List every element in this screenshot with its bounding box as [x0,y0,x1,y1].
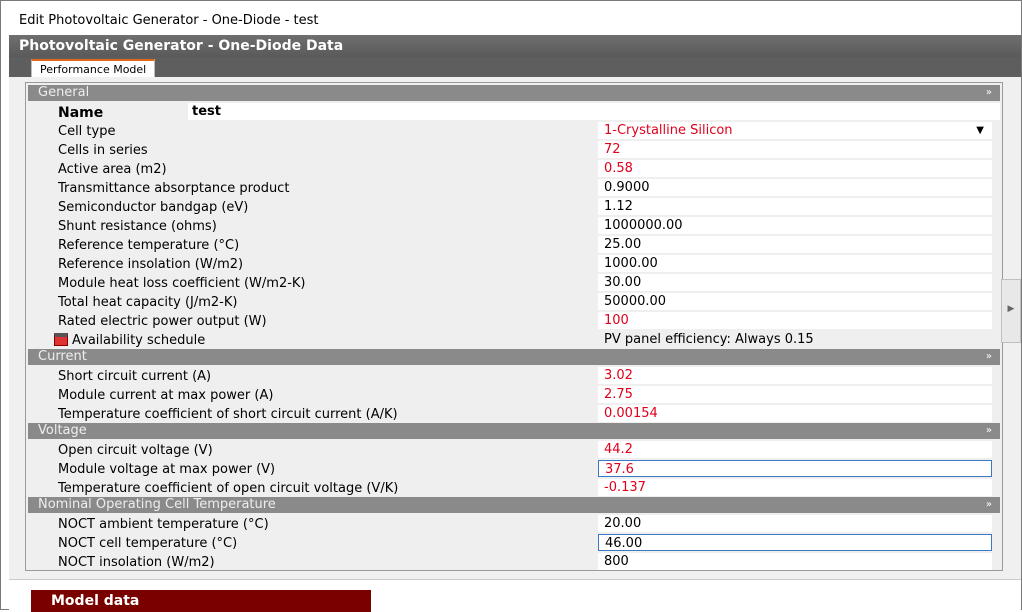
property-value-field[interactable]: 30.00 [598,274,992,291]
property-value-field[interactable]: 20.00 [598,515,992,532]
property-label: Rated electric power output (W) [58,314,267,329]
property-row: Module heat loss coefficient (W/m2-K) 30.… [28,273,1000,292]
section-noct-header[interactable]: Nominal Operating Cell Temperature » [28,497,1000,513]
property-row: Active area (m2) 0.58 [28,159,1000,178]
property-row: Open circuit voltage (V) 44.2 [28,440,1000,459]
property-label: Temperature coefficient of short circuit… [58,407,398,422]
property-row: Module current at max power (A) 2.75 [28,385,1000,404]
expand-arrow-icon: ▶ [1007,304,1015,314]
collapse-chevron-icon[interactable]: » [986,497,992,513]
property-label: Module heat loss coefficient (W/m2-K) [58,276,306,291]
property-row: Semiconductor bandgap (eV) 1.12 [28,197,1000,216]
property-row: Total heat capacity (J/m2-K) 50000.00 [28,292,1000,311]
section-voltage-header[interactable]: Voltage » [28,423,1000,439]
property-value-field[interactable]: 800 [598,553,992,570]
property-row: NOCT cell temperature (°C) 46.00 [28,533,1000,552]
cell-type-value: 1-Crystalline Silicon [604,123,733,138]
property-row: Temperature coefficient of open circuit … [28,478,1000,497]
property-label: Active area (m2) [58,162,167,177]
property-label: Module current at max power (A) [58,388,274,403]
property-row: Transmittance absorptance product 0.9000 [28,178,1000,197]
properties-panel: General » Name test Cell type 1-Crystall… [25,82,1003,571]
property-value-field[interactable]: 0.9000 [598,179,992,196]
availability-label: Availability schedule [72,333,206,348]
availability-value[interactable]: PV panel efficiency: Always 0.15 [598,331,992,348]
section-title: Nominal Operating Cell Temperature [38,497,276,512]
section-current-header[interactable]: Current » [28,349,1000,365]
property-value-field[interactable]: 100 [598,312,992,329]
property-row: Shunt resistance (ohms) 1000000.00 [28,216,1000,235]
row-cell-type: Cell type 1-Crystalline Silicon ▼ [28,121,1000,140]
property-row: Short circuit current (A) 3.02 [28,366,1000,385]
content-area: General » Name test Cell type 1-Crystall… [9,77,1021,579]
name-input[interactable]: test [188,103,1000,120]
property-value-field[interactable]: 1.12 [598,198,992,215]
property-value-field[interactable]: 2.75 [598,386,992,403]
bottom-bar: Model data [9,579,1021,612]
tab-performance-model[interactable]: Performance Model [31,59,156,77]
property-value-field[interactable]: -0.137 [598,479,992,496]
property-label: Cells in series [58,143,148,158]
cell-type-label: Cell type [58,124,116,139]
tab-strip: Performance Model [9,57,1021,77]
section-general-header[interactable]: General » [28,85,1000,101]
property-value-field[interactable]: 46.00 [598,534,992,551]
collapse-chevron-icon[interactable]: » [986,423,992,439]
property-row: Rated electric power output (W) 100 [28,311,1000,330]
property-label: Shunt resistance (ohms) [58,219,217,234]
property-label: Reference temperature (°C) [58,238,240,253]
property-row: NOCT ambient temperature (°C) 20.00 [28,514,1000,533]
row-availability: Availability schedule PV panel efficienc… [28,330,1000,349]
property-label: NOCT ambient temperature (°C) [58,517,269,532]
section-title: Voltage [38,423,87,438]
property-value-field[interactable]: 50000.00 [598,293,992,310]
property-value-field[interactable]: 3.02 [598,367,992,384]
property-row: Reference temperature (°C) 25.00 [28,235,1000,254]
dropdown-arrow-icon[interactable]: ▼ [976,122,984,139]
property-label: Semiconductor bandgap (eV) [58,200,249,215]
property-label: Module voltage at max power (V) [58,462,276,477]
side-panel-toggle[interactable]: ▶ [1001,279,1021,343]
property-value-field[interactable]: 1000.00 [598,255,992,272]
property-label: Temperature coefficient of open circuit … [58,481,399,496]
property-label: Reference insolation (W/m2) [58,257,244,272]
property-value-field[interactable]: 72 [598,141,992,158]
property-value-field[interactable]: 37.6 [598,460,992,477]
calendar-icon[interactable] [54,333,68,346]
availability-label-wrap: Availability schedule [54,333,205,348]
cell-type-dropdown[interactable]: 1-Crystalline Silicon ▼ [598,122,992,139]
model-data-button[interactable]: Model data [31,590,371,612]
property-value-field[interactable]: 1000000.00 [598,217,992,234]
property-value-field[interactable]: 0.58 [598,160,992,177]
property-row: Reference insolation (W/m2) 1000.00 [28,254,1000,273]
property-row: Module voltage at max power (V) 37.6 [28,459,1000,478]
section-title: Current [38,349,87,364]
row-name: Name test [28,102,1000,121]
property-label: NOCT cell temperature (°C) [58,536,238,551]
property-label: Short circuit current (A) [58,369,212,384]
section-title: General [38,85,90,100]
property-value-field[interactable]: 44.2 [598,441,992,458]
property-row: Temperature coefficient of short circuit… [28,404,1000,423]
collapse-chevron-icon[interactable]: » [986,349,992,365]
name-label: Name [58,105,104,121]
property-label: NOCT insolation (W/m2) [58,555,215,570]
property-row: NOCT insolation (W/m2) 800 [28,552,1000,571]
property-row: Cells in series 72 [28,140,1000,159]
property-label: Open circuit voltage (V) [58,443,213,458]
property-value-field[interactable]: 25.00 [598,236,992,253]
dialog-header: Photovoltaic Generator - One-Diode Data [9,35,1021,57]
collapse-chevron-icon[interactable]: » [986,85,992,101]
dialog-window: Edit Photovoltaic Generator - One-Diode … [0,0,1022,612]
property-value-field[interactable]: 0.00154 [598,405,992,422]
window-title: Edit Photovoltaic Generator - One-Diode … [9,7,999,35]
property-label: Transmittance absorptance product [58,181,290,196]
property-label: Total heat capacity (J/m2-K) [58,295,238,310]
